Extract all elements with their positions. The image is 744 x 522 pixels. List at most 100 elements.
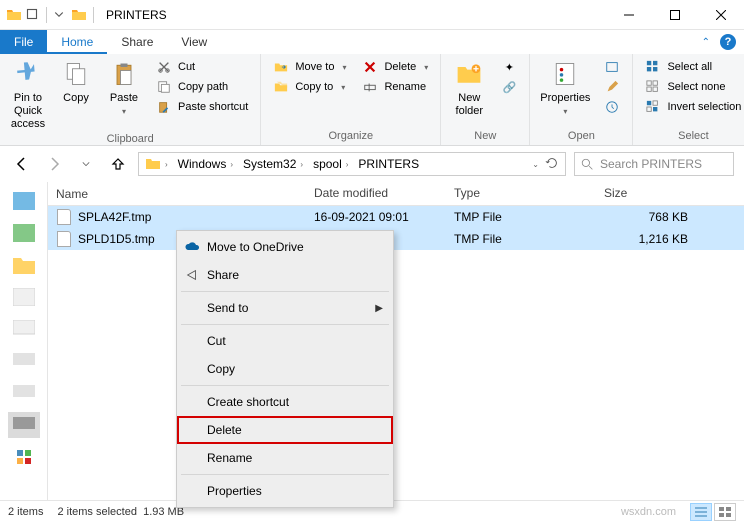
file-row[interactable]: SPLD1D5.tmp 2:42 TMP File 1,216 KB (48, 228, 744, 250)
maximize-button[interactable] (652, 0, 698, 30)
sidebar-item[interactable] (8, 412, 40, 438)
search-input[interactable]: Search PRINTERS (574, 152, 734, 176)
menu-separator (181, 474, 389, 475)
context-cut[interactable]: Cut (177, 327, 393, 355)
edit-button[interactable] (598, 78, 626, 96)
context-move-onedrive[interactable]: Move to OneDrive (177, 233, 393, 261)
breadcrumb-root-icon[interactable]: › (141, 156, 172, 172)
share-icon (183, 266, 201, 284)
paste-shortcut-label: Paste shortcut (178, 101, 248, 113)
copy-path-button[interactable]: Copy path (150, 78, 254, 96)
navigation-pane[interactable] (0, 182, 48, 500)
nav-recent-dropdown[interactable] (74, 152, 98, 176)
easy-access-button[interactable]: 🔗 (495, 78, 523, 96)
tab-share[interactable]: Share (107, 30, 167, 54)
file-size: 768 KB (596, 210, 696, 224)
copy-to-label: Copy to (295, 81, 333, 93)
link-icon: 🔗 (501, 79, 517, 95)
cut-button[interactable]: Cut (150, 58, 254, 76)
tab-file[interactable]: File (0, 30, 47, 54)
context-share[interactable]: Share (177, 261, 393, 289)
history-button[interactable] (598, 98, 626, 116)
group-label-open: Open (536, 128, 626, 145)
paste-shortcut-button[interactable]: Paste shortcut (150, 98, 254, 116)
properties-button[interactable]: Properties ▾ (536, 56, 594, 116)
context-properties[interactable]: Properties (177, 477, 393, 505)
sidebar-item[interactable] (8, 252, 40, 278)
pin-label: Pin to Quick access (10, 92, 46, 131)
pin-to-quick-access-button[interactable]: Pin to Quick access (6, 56, 50, 131)
chevron-down-icon: ▾ (424, 63, 428, 72)
ribbon-collapse-icon[interactable]: ⌃ (702, 37, 710, 48)
ribbon-group-organize: Move to ▾ Copy to ▾ Delete ▾ Rename (261, 54, 441, 145)
context-sendto[interactable]: Send to ▶ (177, 294, 393, 322)
move-to-label: Move to (295, 61, 334, 73)
copy-to-button[interactable]: Copy to ▾ (267, 78, 352, 96)
select-none-button[interactable]: Select none (639, 78, 744, 96)
qat-dropdown-icon[interactable] (53, 8, 67, 22)
column-name[interactable]: Name (48, 182, 306, 205)
menu-separator (181, 324, 389, 325)
scissors-icon (156, 59, 172, 75)
tab-view[interactable]: View (167, 30, 221, 54)
delete-icon (362, 59, 378, 75)
paste-button[interactable]: Paste ▾ (102, 56, 146, 116)
nav-forward-button[interactable] (42, 152, 66, 176)
submenu-arrow-icon: ▶ (375, 303, 383, 314)
context-create-shortcut[interactable]: Create shortcut (177, 388, 393, 416)
sidebar-item[interactable] (8, 220, 40, 246)
context-rename[interactable]: Rename (177, 444, 393, 472)
ribbon-group-open: Properties ▾ Open (530, 54, 633, 145)
rename-button[interactable]: Rename (356, 78, 434, 96)
qat-item-icon[interactable] (26, 8, 40, 22)
breadcrumb-segment[interactable]: spool› (309, 157, 352, 171)
move-to-button[interactable]: Move to ▾ (267, 58, 352, 76)
onedrive-icon (183, 238, 201, 256)
select-all-button[interactable]: Select all (639, 58, 744, 76)
move-to-icon (273, 59, 289, 75)
context-copy[interactable]: Copy (177, 355, 393, 383)
copy-button[interactable]: Copy (54, 56, 98, 105)
help-icon[interactable]: ? (720, 34, 736, 50)
file-row[interactable]: SPLA42F.tmp 16-09-2021 09:01 TMP File 76… (48, 206, 744, 228)
context-delete[interactable]: Delete (177, 416, 393, 444)
view-large-icons-button[interactable] (714, 503, 736, 521)
column-date[interactable]: Date modified (306, 182, 446, 205)
window-title: PRINTERS (106, 8, 167, 22)
file-type: TMP File (446, 210, 596, 224)
delete-button[interactable]: Delete ▾ (356, 58, 434, 76)
chevron-down-icon: ▾ (563, 107, 567, 116)
sidebar-item[interactable] (8, 444, 40, 470)
open-button[interactable] (598, 58, 626, 76)
nav-up-button[interactable] (106, 152, 130, 176)
close-button[interactable] (698, 0, 744, 30)
minimize-button[interactable] (606, 0, 652, 30)
sidebar-item[interactable] (8, 316, 40, 342)
ribbon: Pin to Quick access Copy Paste ▾ Cut Cop… (0, 54, 744, 146)
ribbon-tabs: File Home Share View ⌃ ? (0, 30, 744, 54)
copy-icon (60, 58, 92, 90)
nav-back-button[interactable] (10, 152, 34, 176)
invert-selection-label: Invert selection (667, 101, 741, 113)
address-bar[interactable]: › Windows› System32› spool› PRINTERS ⌄ (138, 152, 566, 176)
sidebar-item[interactable] (8, 348, 40, 374)
group-label-select: Select (639, 128, 744, 145)
file-icon (56, 209, 72, 225)
column-type[interactable]: Type (446, 182, 596, 205)
new-item-button[interactable]: ✦ (495, 58, 523, 76)
sidebar-item[interactable] (8, 284, 40, 310)
file-icon (56, 231, 72, 247)
refresh-button[interactable] (545, 156, 559, 173)
column-size[interactable]: Size (596, 182, 696, 205)
breadcrumb-segment[interactable]: System32› (239, 157, 307, 171)
breadcrumb-segment[interactable]: PRINTERS (354, 157, 423, 171)
sidebar-item[interactable] (8, 188, 40, 214)
tab-home[interactable]: Home (47, 30, 107, 54)
address-dropdown-icon[interactable]: ⌄ (532, 160, 539, 169)
view-details-button[interactable] (690, 503, 712, 521)
pin-icon (12, 58, 44, 90)
new-folder-button[interactable]: New folder (447, 56, 491, 118)
invert-selection-button[interactable]: Invert selection (639, 98, 744, 116)
sidebar-item[interactable] (8, 380, 40, 406)
breadcrumb-segment[interactable]: Windows› (174, 157, 237, 171)
